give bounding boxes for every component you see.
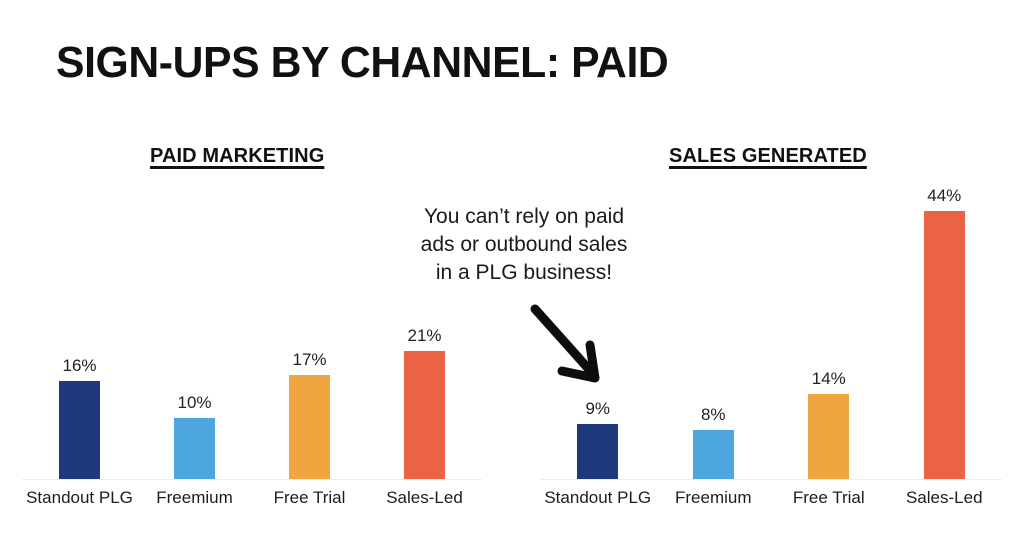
- bar-rect[interactable]: [289, 375, 330, 479]
- bar-rect[interactable]: [174, 418, 215, 479]
- bar-rect[interactable]: [808, 393, 850, 479]
- x-axis-tick-label: Free Trial: [273, 488, 346, 507]
- bar-value-label: 8%: [700, 405, 726, 425]
- annotation-line-1: You can’t rely on paid: [423, 205, 625, 228]
- bar-value-label: 17%: [292, 350, 327, 370]
- x-axis-tick-label: Sales-Led: [386, 488, 463, 507]
- bar-rect[interactable]: [59, 381, 100, 479]
- x-axis-tick-label: Free Trial: [792, 488, 865, 507]
- x-axis-baseline-right: [540, 479, 1002, 480]
- bar-value-label: 10%: [177, 393, 212, 412]
- panel-header-paid-marketing: PAID MARKETING: [150, 145, 325, 167]
- annotation-line-2: ads or outbound sales: [420, 232, 628, 256]
- bar-slot[interactable]: 44%: [887, 180, 1003, 479]
- bar-rect[interactable]: [404, 350, 445, 479]
- bar-slot[interactable]: 16%: [22, 180, 137, 479]
- bar-slot[interactable]: 14%: [771, 180, 887, 479]
- x-axis-tick-label: Sales-Led: [905, 488, 983, 507]
- bar-value-label: 44%: [927, 185, 962, 205]
- bar-value-label: 16%: [62, 356, 97, 376]
- x-axis-labels-right: Standout PLG Freemium Free Trial Sales-Led: [540, 488, 1002, 514]
- bar-slot[interactable]: 17%: [252, 180, 367, 479]
- x-axis-tick-label: Freemium: [674, 488, 752, 507]
- bar-value-label: 21%: [407, 325, 442, 345]
- bar-slot[interactable]: 10%: [137, 180, 252, 479]
- bar-rect[interactable]: [923, 210, 965, 479]
- x-axis-tick-label: Standout PLG: [26, 488, 133, 507]
- x-axis-baseline-left: [22, 479, 482, 480]
- bar-rect[interactable]: [692, 430, 734, 479]
- annotation-callout: You can’t rely on paid ads or outbound s…: [386, 203, 662, 287]
- x-axis-tick-label: Freemium: [156, 488, 233, 507]
- bar-rect[interactable]: [577, 424, 619, 479]
- page-title: SIGN-UPS BY CHANNEL: PAID: [56, 38, 669, 87]
- bar-value-label: 9%: [585, 399, 611, 419]
- annotation-line-3: in a PLG business!: [435, 260, 613, 284]
- x-axis-tick-label: Standout PLG: [544, 488, 652, 507]
- panel-header-sales-generated: SALES GENERATED: [669, 145, 867, 167]
- bar-slot[interactable]: 8%: [656, 180, 772, 479]
- curved-arrow-down-right-icon: [530, 304, 600, 383]
- x-axis-labels-left: Standout PLG Freemium Free Trial Sales-Led: [22, 488, 482, 514]
- bar-value-label: 14%: [811, 368, 846, 388]
